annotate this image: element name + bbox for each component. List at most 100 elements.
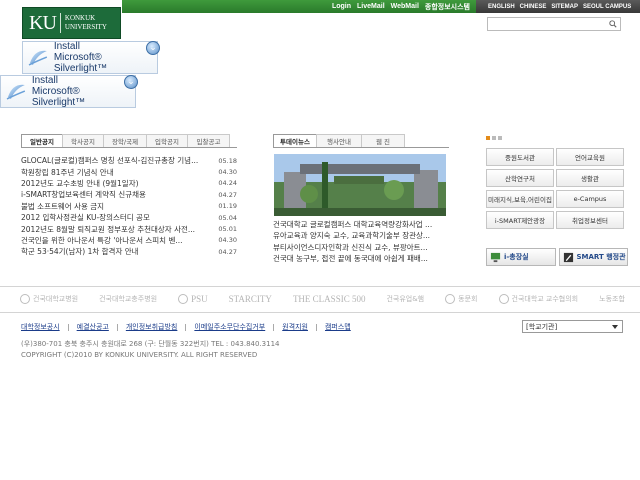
- notice-title[interactable]: 불법 소프트웨어 사용 금지: [21, 201, 209, 212]
- hospital-logo-icon: [20, 294, 30, 304]
- tab-admission-notice[interactable]: 입학공지: [146, 134, 188, 147]
- footer-links: 대학정보공시 예결산공고 개인정보취급방침 이메일주소무단수집거부 원격지원 캠…: [21, 322, 351, 332]
- top-utility-links: Login LiveMail WebMail 종합정보시스템: [332, 0, 470, 13]
- family-site-label: 건국대학교 교수협의회: [511, 295, 579, 303]
- footer-separator: [315, 323, 317, 331]
- family-site-starcity[interactable]: STARCITY: [229, 294, 272, 304]
- search-box: [487, 17, 621, 31]
- silverlight-install-banner-2[interactable]: Install Microsoft® Silverlight™ ⌄: [0, 75, 138, 108]
- tab-scholarship[interactable]: 장학/국제: [103, 134, 147, 147]
- psu-logo-icon: [178, 294, 189, 304]
- quick-link-language[interactable]: 언어교육원: [556, 148, 624, 166]
- family-site-chungju-hospital[interactable]: 건국대학교충주병원: [99, 294, 157, 304]
- family-site-label: STARCITY: [228, 294, 272, 304]
- institution-select[interactable]: [학교기관]: [522, 320, 623, 333]
- silverlight-icon: [28, 50, 48, 66]
- list-item[interactable]: 2012년도 교수초빙 안내 (9월1일자) 04.24: [21, 178, 237, 189]
- list-item[interactable]: 2012년도 8월말 퇴직교원 정부포상 추천대상자 사전... 05.01: [21, 223, 237, 234]
- notice-title[interactable]: 2012년도 교수초빙 안내 (9월1일자): [21, 178, 209, 189]
- notice-title[interactable]: 건국인을 위한 아나운서 특강 '아나운서 스피치 벤...: [21, 235, 209, 246]
- family-site-psu[interactable]: PSU: [178, 294, 208, 304]
- login-link[interactable]: Login: [332, 3, 351, 10]
- president-office-button[interactable]: i-총장실: [486, 248, 556, 266]
- notice-date: 04.30: [218, 236, 237, 245]
- family-top-line: [0, 286, 640, 287]
- footer-link-remote-support[interactable]: 원격지원: [282, 322, 308, 332]
- search-input[interactable]: [488, 18, 606, 30]
- quick-link-ismart[interactable]: i-SMART제안광장: [486, 211, 554, 229]
- english-link[interactable]: ENGLISH: [488, 4, 515, 10]
- tab-academic-notice[interactable]: 학사공지: [62, 134, 104, 147]
- list-item[interactable]: 불법 소프트웨어 사용 금지 01.19: [21, 201, 237, 212]
- list-item[interactable]: GLOCAL(글로컬)캠퍼스 명칭 선포식-김진규총장 기념... 05.18: [21, 155, 237, 166]
- footer-link-email-policy[interactable]: 이메일주소무단수집거부: [194, 322, 265, 332]
- webmail-link[interactable]: WebMail: [391, 3, 419, 10]
- smart-admin-button[interactable]: SMART 행정관: [558, 248, 628, 266]
- notice-tab-underline: [21, 147, 237, 148]
- info-system-link[interactable]: 종합정보시스템: [425, 2, 470, 12]
- notice-date: 04.30: [218, 168, 237, 177]
- seoul-campus-link[interactable]: SEOUL CAMPUS: [583, 4, 631, 10]
- pager-dot-active[interactable]: [486, 136, 490, 140]
- logo-divider: [59, 13, 61, 33]
- quick-link-career[interactable]: 취업정보센터: [556, 211, 624, 229]
- footer-link-budget[interactable]: 예결산공고: [77, 322, 109, 332]
- page: Login LiveMail WebMail 종합정보시스템 ENGLISH C…: [0, 0, 640, 480]
- tab-today-news[interactable]: 투데이뉴스: [273, 134, 317, 147]
- notice-title[interactable]: 2012 입학사정관실 KU-장의스터디 공모: [21, 212, 209, 223]
- family-site-faculty[interactable]: 건국대학교 교수협의회: [498, 294, 579, 304]
- tab-bid-notice[interactable]: 입찰공고: [187, 134, 230, 147]
- list-item[interactable]: 뷰티사이언스디자인학과 신진식 교수, 뷰팡아트...: [273, 242, 449, 253]
- list-item[interactable]: i-SMART창업보육센터 계약직 신규채용 04.27: [21, 189, 237, 200]
- copyright-text: COPYRIGHT (C)2010 BY KONKUK UNIVERSITY. …: [21, 350, 258, 359]
- news-photo[interactable]: [274, 154, 446, 216]
- notice-list: GLOCAL(글로컬)캠퍼스 명칭 선포식-김진규총장 기념... 05.18 학…: [21, 155, 237, 258]
- footer-address: (우)380-701 충북 충주시 충원대로 268 (구: 단월동 322번지…: [21, 339, 280, 360]
- news-tabs: 투데이뉴스 행사안내 웹 진: [273, 134, 405, 147]
- chevron-down-icon: [612, 324, 618, 329]
- quick-link-dormitory[interactable]: 생활관: [556, 169, 624, 187]
- list-item[interactable]: 유아교육과 양지숙 교수, 교육과학기술부 장관상...: [273, 230, 449, 241]
- pager-dot[interactable]: [498, 136, 502, 140]
- notice-title[interactable]: 2012년도 8월말 퇴직교원 정부포상 추천대상자 사전...: [21, 224, 209, 235]
- notice-title[interactable]: GLOCAL(글로컬)캠퍼스 명칭 선포식-김진규총장 기념...: [21, 155, 209, 166]
- quick-link-library[interactable]: 중원도서관: [486, 148, 554, 166]
- footer-link-campus-map[interactable]: 캠퍼스맵: [325, 322, 351, 332]
- monitor-icon: [490, 252, 501, 262]
- tab-events[interactable]: 행사안내: [316, 134, 362, 147]
- tab-webzine[interactable]: 웹 진: [361, 134, 405, 147]
- search-icon[interactable]: [609, 20, 617, 28]
- list-item[interactable]: 건국인을 위한 아나운서 특강 '아나운서 스피치 벤... 04.30: [21, 235, 237, 246]
- download-arrow-icon: ⌄: [124, 75, 138, 89]
- livemail-link[interactable]: LiveMail: [357, 3, 385, 10]
- notice-title[interactable]: 학군 53·54기(남자) 1차 합격자 안내: [21, 246, 209, 257]
- list-item[interactable]: 건국대학교 글로컬캠퍼스 대학교육역량강화사업 ...: [273, 219, 449, 230]
- family-site-dairy[interactable]: 건국유업&햄: [386, 294, 424, 304]
- chinese-link[interactable]: CHINESE: [520, 4, 547, 10]
- notice-title[interactable]: i-SMART창업보육센터 계약직 신규채용: [21, 189, 209, 200]
- list-item[interactable]: 학군 53·54기(남자) 1차 합격자 안내 04.27: [21, 246, 237, 257]
- footer-link-privacy[interactable]: 개인정보취급방침: [126, 322, 178, 332]
- silverlight-install-banner[interactable]: Install Microsoft® Silverlight™ ⌄: [22, 41, 160, 74]
- family-site-classic500[interactable]: THE CLASSIC 500: [293, 294, 366, 304]
- list-item[interactable]: 2012 입학사정관실 KU-장의스터디 공모 05.04: [21, 212, 237, 223]
- quick-link-childcare[interactable]: 미래지식,보육,어린이집: [486, 190, 554, 208]
- family-site-alumni[interactable]: 동문회: [445, 294, 477, 304]
- logo-name: KONKUK UNIVERSITY: [65, 14, 107, 32]
- konkuk-logo[interactable]: KU KONKUK UNIVERSITY: [22, 7, 121, 39]
- tab-general-notice[interactable]: 일반공지: [21, 134, 63, 147]
- quick-link-ecampus[interactable]: e-Campus: [556, 190, 624, 208]
- quick-link-research[interactable]: 산학연구처: [486, 169, 554, 187]
- quick-links: 중원도서관 언어교육원 산학연구처 생활관 미래지식,보육,어린이집 e-Cam…: [486, 148, 626, 229]
- silverlight-line2: Microsoft® Silverlight™: [53, 52, 108, 74]
- pager-dot[interactable]: [492, 136, 496, 140]
- list-item[interactable]: 건국대 농구부, 접전 끝에 동국대에 아쉽게 패배...: [273, 253, 449, 264]
- family-site-union[interactable]: 노동조합: [599, 294, 625, 304]
- list-item[interactable]: 학원창립 81주년 기념식 안내 04.30: [21, 166, 237, 177]
- notice-title[interactable]: 학원창립 81주년 기념식 안내: [21, 167, 209, 178]
- sitemap-link[interactable]: SITEMAP: [551, 4, 578, 10]
- family-site-label: PSU: [191, 294, 208, 304]
- footer-link-disclosure[interactable]: 대학정보공시: [21, 322, 60, 332]
- alumni-logo-icon: [445, 294, 456, 304]
- family-site-hospital[interactable]: 건국대학교병원: [20, 294, 78, 304]
